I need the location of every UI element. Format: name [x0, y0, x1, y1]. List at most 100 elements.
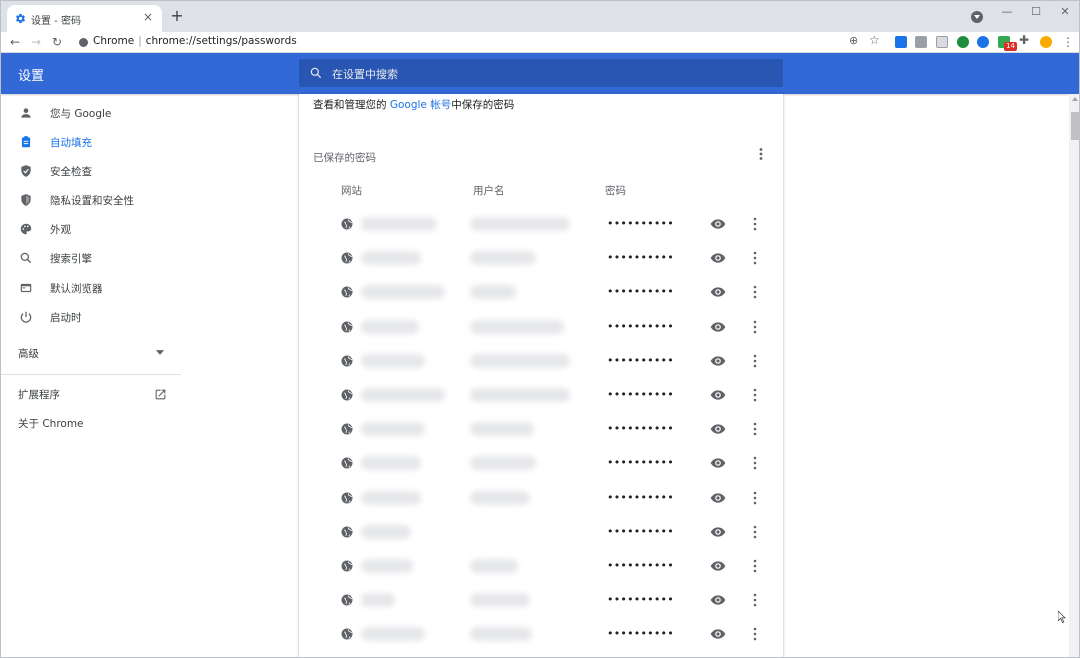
- show-password-eye-icon[interactable]: [710, 593, 726, 607]
- row-more-actions-icon[interactable]: [750, 558, 760, 574]
- forward-icon[interactable]: →: [27, 33, 45, 51]
- sidebar-item-search-engine[interactable]: 搜索引擎: [1, 244, 181, 272]
- clipboard-icon: [21, 136, 31, 148]
- show-password-eye-icon[interactable]: [710, 525, 726, 539]
- palette-icon: [20, 223, 32, 235]
- globe-icon: [341, 594, 353, 606]
- close-window-button[interactable]: ✕: [1051, 3, 1079, 23]
- site-cell: [361, 285, 445, 300]
- settings-search-input[interactable]: 在设置中搜索: [299, 59, 783, 87]
- scroll-thumb[interactable]: [1071, 112, 1079, 140]
- extension-download-icon[interactable]: [895, 36, 907, 48]
- site-cell: [361, 251, 421, 266]
- bookmark-star-icon[interactable]: ☆: [869, 33, 880, 47]
- sidebar-advanced-toggle[interactable]: 高级: [1, 339, 181, 367]
- show-password-eye-icon[interactable]: [710, 285, 726, 299]
- sidebar-item-extensions[interactable]: 扩展程序: [1, 380, 181, 408]
- new-tab-button[interactable]: +: [168, 7, 186, 25]
- site-cell: [361, 524, 411, 539]
- username-cell: [470, 217, 570, 231]
- column-header-password: 密码: [605, 185, 626, 197]
- sidebar-item-autofill[interactable]: 自动填充: [1, 128, 181, 156]
- scroll-up-arrow[interactable]: [1072, 97, 1078, 101]
- mouse-cursor: [1058, 611, 1066, 623]
- show-password-eye-icon[interactable]: [710, 251, 726, 265]
- avatar[interactable]: [1040, 36, 1052, 48]
- extension-note-icon[interactable]: [936, 36, 948, 48]
- site-cell: [361, 388, 445, 402]
- maximize-button[interactable]: ☐: [1022, 3, 1050, 23]
- extension-badge: 14: [1004, 42, 1017, 51]
- table-row: ••••••••••: [299, 481, 783, 515]
- scrollbar[interactable]: [1069, 94, 1079, 657]
- extension-green-icon[interactable]: [957, 36, 969, 48]
- site-cell: [361, 490, 421, 505]
- sidebar-item-label: 默认浏览器: [50, 283, 103, 295]
- extensions-puzzle-icon[interactable]: ✚: [1019, 33, 1031, 47]
- row-more-actions-icon[interactable]: [750, 387, 760, 403]
- zoom-icon[interactable]: ⊕: [849, 34, 858, 47]
- row-more-actions-icon[interactable]: [750, 421, 760, 437]
- search-icon: [310, 67, 322, 79]
- address-bar[interactable]: Chrome | chrome://settings/passwords: [71, 33, 885, 52]
- show-password-eye-icon[interactable]: [710, 217, 726, 231]
- reload-icon[interactable]: ↻: [48, 33, 66, 51]
- minimize-button[interactable]: —: [993, 3, 1021, 23]
- username-cell: [470, 559, 518, 573]
- row-more-actions-icon[interactable]: [750, 319, 760, 335]
- menu-kebab-icon[interactable]: ⋮: [1059, 33, 1077, 51]
- row-more-actions-icon[interactable]: [750, 626, 760, 642]
- globe-icon: [341, 355, 353, 367]
- search-icon: [20, 252, 32, 264]
- username-cell: [470, 627, 532, 642]
- sidebar-item-privacy[interactable]: 隐私设置和安全性: [1, 186, 181, 214]
- sidebar-item-on-startup[interactable]: 启动时: [1, 303, 181, 331]
- table-row: ••••••••••: [299, 275, 783, 309]
- column-header-username: 用户名: [473, 185, 505, 197]
- table-row: ••••••••••: [299, 310, 783, 344]
- extension-tab-icon[interactable]: [915, 36, 927, 48]
- saved-passwords-title: 已保存的密码: [313, 152, 376, 164]
- extension-blue-icon[interactable]: [977, 36, 989, 48]
- row-more-actions-icon[interactable]: [750, 455, 760, 471]
- url-text: Chrome | chrome://settings/passwords: [93, 35, 297, 47]
- tab-title: 设置 - 密码: [31, 16, 81, 27]
- row-more-actions-icon[interactable]: [750, 524, 760, 540]
- sidebar-item-appearance[interactable]: 外观: [1, 215, 181, 243]
- sidebar-item-label: 安全检查: [50, 166, 92, 178]
- show-password-eye-icon[interactable]: [710, 456, 726, 470]
- sidebar-extensions-label: 扩展程序: [18, 389, 60, 401]
- password-cell: ••••••••••: [607, 285, 674, 299]
- show-password-eye-icon[interactable]: [710, 388, 726, 402]
- table-row: ••••••••••: [299, 583, 783, 617]
- row-more-actions-icon[interactable]: [750, 592, 760, 608]
- globe-icon: [341, 252, 353, 264]
- tab-settings-passwords[interactable]: 设置 - 密码 ×: [7, 5, 162, 32]
- google-account-link[interactable]: Google 帐号: [390, 99, 451, 111]
- shield-icon: [21, 194, 31, 206]
- show-password-eye-icon[interactable]: [710, 354, 726, 368]
- sidebar-item-default-browser[interactable]: 默认浏览器: [1, 274, 181, 302]
- show-password-eye-icon[interactable]: [710, 422, 726, 436]
- row-more-actions-icon[interactable]: [750, 284, 760, 300]
- more-actions-icon[interactable]: [753, 146, 769, 162]
- show-password-eye-icon[interactable]: [710, 491, 726, 505]
- tab-close-icon[interactable]: ×: [140, 9, 156, 25]
- sidebar-item-you-and-google[interactable]: 您与 Google: [1, 99, 181, 127]
- show-password-eye-icon[interactable]: [710, 627, 726, 641]
- sidebar-item-label: 外观: [50, 224, 71, 236]
- show-password-eye-icon[interactable]: [710, 320, 726, 334]
- row-more-actions-icon[interactable]: [750, 490, 760, 506]
- show-password-eye-icon[interactable]: [710, 559, 726, 573]
- row-more-actions-icon[interactable]: [750, 353, 760, 369]
- sidebar-item-about-chrome[interactable]: 关于 Chrome: [1, 409, 181, 437]
- tab-strip: 设置 - 密码 × + — ☐ ✕: [1, 1, 1079, 32]
- row-more-actions-icon[interactable]: [750, 250, 760, 266]
- row-more-actions-icon[interactable]: [750, 216, 760, 232]
- globe-icon: [341, 286, 353, 298]
- table-row: ••••••••••: [299, 241, 783, 275]
- tab-search-icon[interactable]: [971, 11, 983, 23]
- page-title: 设置: [18, 69, 45, 84]
- back-icon[interactable]: ←: [6, 33, 24, 51]
- sidebar-item-safety-check[interactable]: 安全检查: [1, 157, 181, 185]
